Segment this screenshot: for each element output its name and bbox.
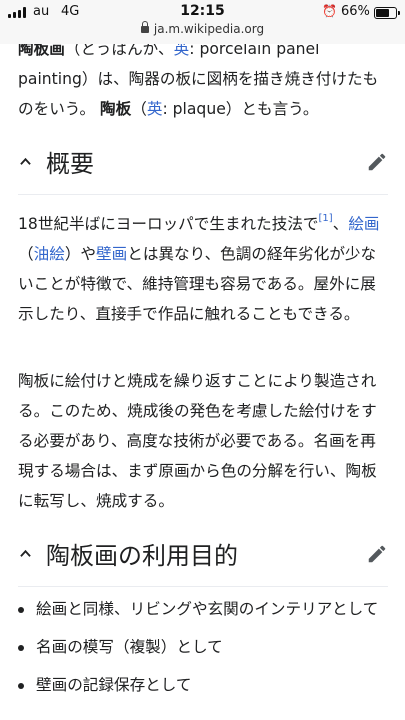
lead-line: のをいう。 陶板（英: plaque）とも言う。: [18, 94, 390, 124]
paragraph-text: 18世紀半ばにヨーロッパで生まれた技法で: [18, 215, 319, 233]
bullet: [18, 645, 24, 651]
lead-paragraph: 陶板画（とうばんが、英: porcelain panel painting）は、…: [18, 34, 390, 124]
list-item-text: 名画の模写（複製）として: [36, 638, 223, 656]
lead-text: のをいう。: [18, 100, 96, 118]
overview-paragraph: 18世紀半ばにヨーロッパで生まれた技法で[1]、絵画（油絵）や壁画とは異なり、色…: [18, 209, 390, 329]
pencil-icon[interactable]: [366, 151, 388, 173]
bullet: [18, 683, 24, 689]
citation-link[interactable]: [1]: [319, 213, 333, 224]
painting-link[interactable]: 絵画: [348, 215, 379, 233]
section-title: 陶板画の利用目的: [46, 542, 238, 570]
battery-percent: 66%: [341, 4, 370, 19]
mural-link[interactable]: 壁画: [96, 245, 127, 263]
battery-icon: [374, 7, 400, 19]
status-bar: au 4G 12:15 ⏰ 66% ja.m.wikipedia.org: [0, 0, 405, 44]
list-item-text: 絵画と同様、リビングや玄関のインテリアとして: [36, 600, 379, 618]
section-title: 概要: [46, 150, 94, 178]
alt-english-name: : plaque）とも言う。: [162, 100, 319, 118]
bullet: [18, 607, 24, 613]
paragraph-text: ）や: [64, 245, 97, 263]
alarm-icon: ⏰: [322, 4, 337, 18]
lead-text: （: [131, 100, 147, 118]
oil-painting-link[interactable]: 油絵: [34, 245, 65, 263]
section-header-purpose[interactable]: 陶板画の利用目的: [18, 526, 388, 587]
lock-icon: [140, 21, 149, 33]
pencil-icon[interactable]: [366, 543, 388, 565]
list-item: 壁画の記録保存として: [18, 670, 390, 700]
section-header-overview[interactable]: 概要: [18, 134, 388, 195]
list-item: 絵画と同様、リビングや玄関のインテリアとして: [18, 594, 390, 624]
chevron-up-icon[interactable]: [20, 548, 31, 559]
list-item-text: 壁画の記録保存として: [36, 676, 192, 694]
purpose-list: 絵画と同様、リビングや玄関のインテリアとして 名画の模写（複製）として 壁画の記…: [18, 594, 390, 708]
overview-paragraph-2: 陶板に絵付けと焼成を繰り返すことにより製造される。このため、焼成後の発色を考慮し…: [18, 372, 377, 510]
lead-line: painting）は、陶器の板に図柄を描き焼き付けたも: [18, 70, 379, 88]
english-link[interactable]: 英: [147, 100, 163, 118]
alt-term: 陶板: [100, 100, 132, 118]
url-text: ja.m.wikipedia.org: [153, 22, 265, 36]
paragraph-text: （: [18, 245, 34, 263]
paragraph-text: 、: [332, 215, 349, 233]
address-bar[interactable]: ja.m.wikipedia.org: [0, 21, 405, 36]
chevron-up-icon[interactable]: [20, 156, 31, 167]
list-item: 名画の模写（複製）として: [18, 632, 390, 662]
